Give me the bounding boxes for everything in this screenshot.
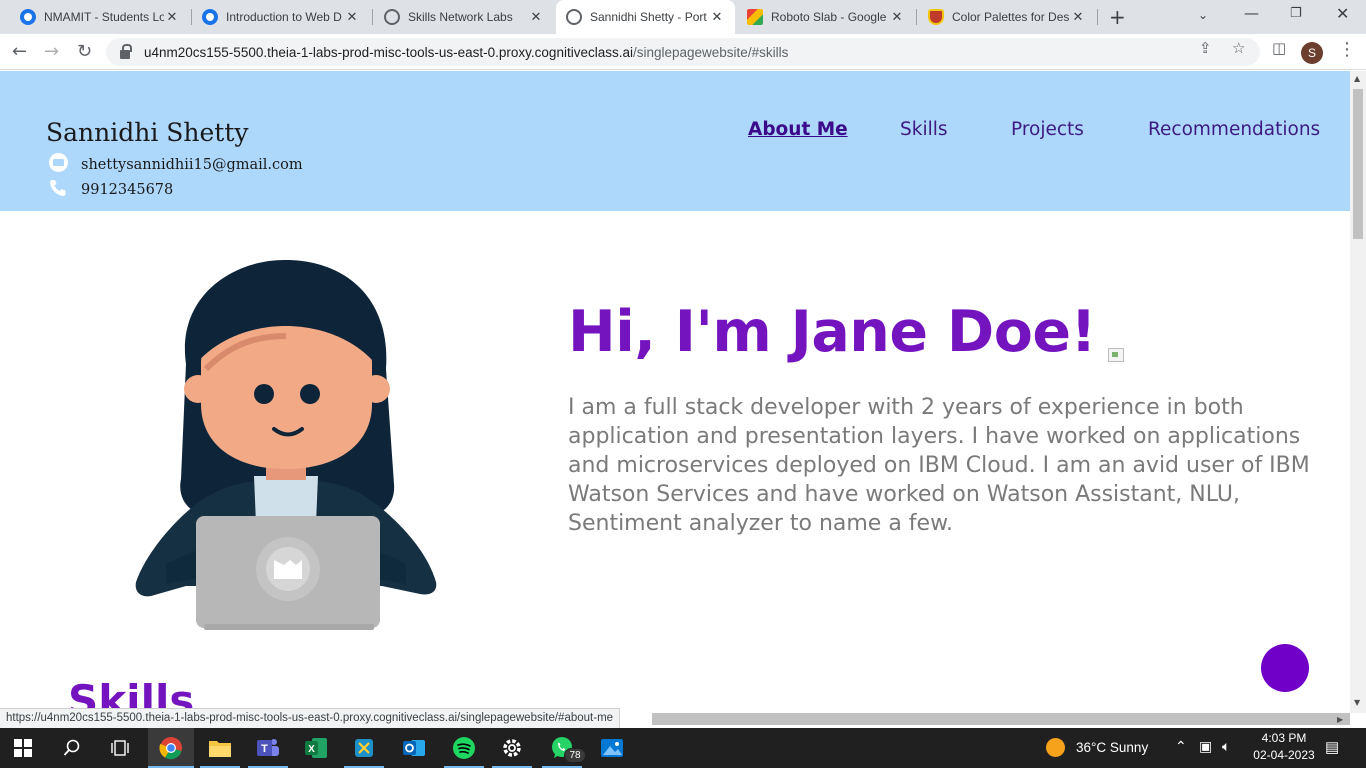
vertical-scrollbar[interactable]: ▲ ▼	[1350, 71, 1366, 713]
chrome-icon[interactable]	[157, 734, 185, 762]
developer-illustration	[135, 259, 437, 630]
tab-search-chevron-icon[interactable]: ⌄	[1198, 8, 1208, 22]
forward-arrow-icon[interactable]: →	[44, 41, 59, 62]
tab-label: Introduction to Web D	[226, 10, 342, 24]
restore-icon[interactable]: ❐	[1290, 6, 1302, 21]
tab-divider	[372, 9, 373, 25]
page-viewport: Sannidhi Shetty shettysannidhii15@gmail.…	[0, 71, 1350, 713]
tab-divider	[1097, 9, 1098, 25]
minimize-icon[interactable]: —	[1244, 4, 1259, 22]
weather-text[interactable]: 36°C Sunny	[1076, 740, 1148, 755]
email-icon	[48, 153, 68, 176]
profile-avatar[interactable]: S	[1301, 42, 1323, 64]
chrome-c-icon	[20, 9, 36, 25]
teams-icon[interactable]: T	[254, 734, 282, 762]
floating-action-button[interactable]	[1261, 644, 1309, 692]
url-host: u4nm20cs155-5500.theia-1-labs-prod-misc-…	[144, 44, 633, 60]
close-window-icon[interactable]: ✕	[1336, 4, 1349, 23]
excel-icon[interactable]: X	[302, 734, 330, 762]
status-bar-url: https://u4nm20cs155-5500.theia-1-labs-pr…	[0, 708, 621, 729]
horizontal-scroll-thumb[interactable]	[652, 713, 1350, 725]
email-contact: shettysannidhii15@gmail.com	[48, 153, 303, 176]
site-header: Sannidhi Shetty shettysannidhii15@gmail.…	[0, 71, 1350, 211]
lock-icon	[120, 43, 132, 59]
weather-sun-icon[interactable]	[1046, 738, 1065, 757]
hero-description: I am a full stack developer with 2 years…	[568, 395, 1310, 536]
close-tab-icon[interactable]: ✕	[528, 10, 544, 25]
nav-skills[interactable]: Skills	[900, 119, 948, 140]
close-tab-icon[interactable]: ✕	[164, 10, 180, 25]
side-panel-icon[interactable]: ◫	[1272, 39, 1286, 57]
nav-about-me[interactable]: About Me	[748, 119, 848, 140]
chrome-c-icon	[202, 9, 218, 25]
phone-icon	[48, 178, 68, 202]
share-icon[interactable]: ⇪	[1199, 39, 1212, 57]
close-tab-icon[interactable]: ✕	[344, 10, 360, 25]
globe-icon	[384, 9, 400, 25]
email-text: shettysannidhii15@gmail.com	[81, 156, 303, 173]
browser-toolbar: ← → ↻ u4nm20cs155-5500.theia-1-labs-prod…	[0, 34, 1366, 70]
clock-time[interactable]: 4:03 PM	[1256, 731, 1312, 745]
scroll-right-arrow-icon[interactable]: ▶	[1337, 715, 1343, 724]
tab-label: Roboto Slab - Google	[771, 10, 887, 24]
back-arrow-icon[interactable]: ←	[12, 41, 27, 62]
file-explorer-icon[interactable]	[206, 734, 234, 762]
tab-label: NMAMIT - Students Lo	[44, 10, 164, 24]
tab-label: Sannidhi Shetty - Port	[590, 10, 707, 24]
nav-recommendations[interactable]: Recommendations	[1148, 119, 1320, 140]
globe-icon	[566, 9, 582, 25]
tab-divider	[916, 9, 917, 25]
phone-contact: 9912345678	[48, 178, 173, 202]
tab-skills-network[interactable]: Skills Network Labs ✕	[374, 0, 554, 34]
palette-cup-icon	[928, 9, 944, 25]
svg-text:T: T	[261, 743, 268, 755]
tab-nmamit[interactable]: NMAMIT - Students Lo ✕	[0, 0, 190, 34]
windows-start-icon[interactable]	[9, 734, 37, 762]
clock-date[interactable]: 02-04-2023	[1248, 748, 1320, 762]
vertical-scroll-thumb[interactable]	[1353, 89, 1363, 239]
tab-label: Color Palettes for Des	[952, 10, 1070, 24]
address-bar[interactable]: u4nm20cs155-5500.theia-1-labs-prod-misc-…	[106, 38, 1260, 66]
bookmark-star-icon[interactable]: ☆	[1232, 39, 1245, 57]
whatsapp-badge: 78	[564, 748, 586, 763]
spotify-icon[interactable]	[450, 734, 478, 762]
network-icon[interactable]: ▣	[1199, 738, 1212, 755]
settings-icon[interactable]	[498, 734, 526, 762]
volume-icon[interactable]: 🔈︎	[1222, 738, 1230, 755]
more-menu-icon[interactable]: ⋮	[1338, 39, 1356, 60]
site-name: Sannidhi Shetty	[46, 118, 249, 147]
tab-strip: NMAMIT - Students Lo ✕ Introduction to W…	[0, 0, 1366, 34]
outlook-icon[interactable]	[400, 734, 428, 762]
tray-chevron-up-icon[interactable]: ⌃	[1175, 738, 1187, 755]
close-tab-icon[interactable]: ✕	[709, 10, 725, 25]
tab-label: Skills Network Labs	[408, 10, 513, 24]
tab-color-palettes[interactable]: Color Palettes for Des ✕	[918, 0, 1096, 34]
photos-icon[interactable]	[598, 734, 626, 762]
tab-intro-web-dev[interactable]: Introduction to Web D ✕	[192, 0, 370, 34]
svg-text:X: X	[308, 744, 315, 755]
tab-portfolio[interactable]: Sannidhi Shetty - Port ✕	[556, 0, 735, 34]
reload-icon[interactable]: ↻	[77, 41, 92, 62]
search-icon[interactable]	[58, 734, 86, 762]
phone-text: 9912345678	[81, 182, 174, 198]
snipping-icon[interactable]	[350, 734, 378, 762]
url-path: /singlepagewebsite/#skills	[632, 44, 789, 60]
tab-roboto-slab[interactable]: Roboto Slab - Google ✕	[737, 0, 915, 34]
google-fonts-icon	[747, 9, 763, 25]
new-tab-button[interactable]: +	[1109, 5, 1126, 29]
scroll-down-arrow-icon[interactable]: ▼	[1354, 698, 1360, 707]
task-view-icon[interactable]	[106, 734, 134, 762]
nav-projects[interactable]: Projects	[1011, 119, 1084, 140]
scroll-up-arrow-icon[interactable]: ▲	[1354, 74, 1360, 83]
hero-title: Hi, I'm Jane Doe!	[568, 299, 1097, 365]
close-tab-icon[interactable]: ✕	[1070, 10, 1086, 25]
notifications-icon[interactable]: ▤	[1325, 738, 1339, 756]
broken-image-icon	[1108, 348, 1124, 362]
close-tab-icon[interactable]: ✕	[889, 10, 905, 25]
windows-taskbar: T X 78 36°C Sunny ⌃ ▣ 🔈︎ 4:03 PM 02-04-2…	[0, 728, 1366, 768]
